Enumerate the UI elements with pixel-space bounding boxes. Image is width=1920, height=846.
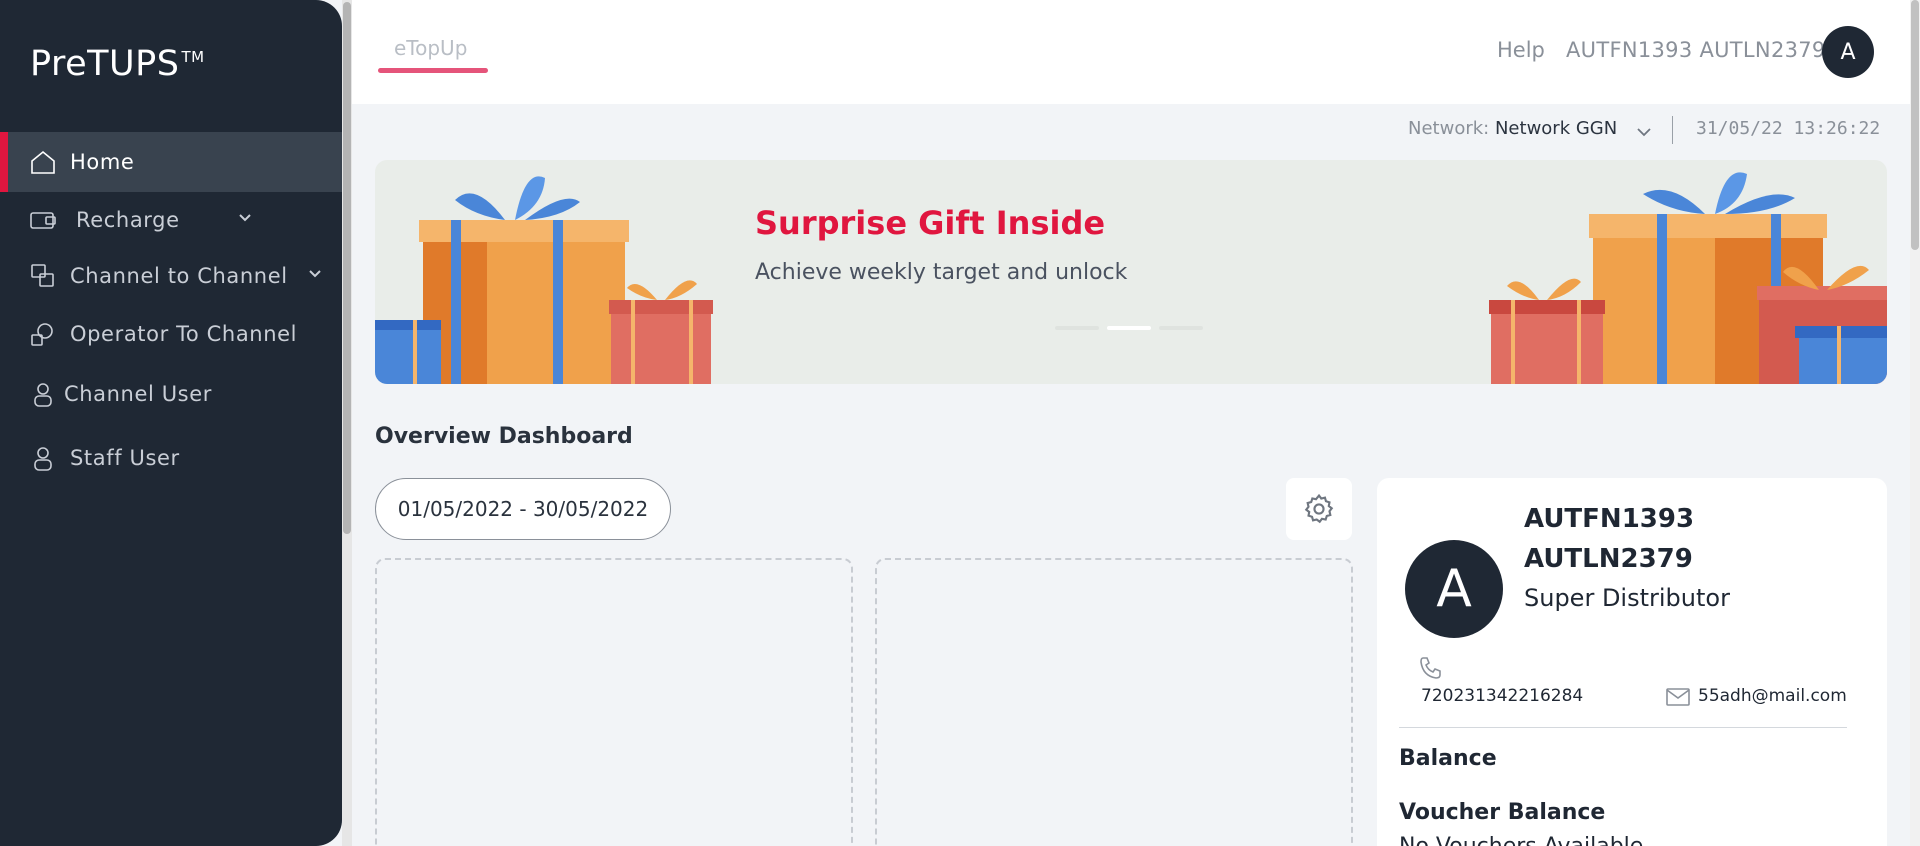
divider [1399,727,1847,728]
user-icon [28,379,58,409]
voucher-balance-heading: Voucher Balance [1399,800,1606,825]
brand-name: PreTUPS [30,44,180,84]
date-range-picker[interactable]: 01/05/2022 - 30/05/2022 [375,478,671,540]
network-value: Network GGN [1494,118,1618,139]
profile-first-name: AUTFN1393 [1524,504,1695,534]
network-selector[interactable]: Network: Network GGN [1408,118,1617,139]
tab-etopup[interactable]: eTopUp [394,36,467,60]
carousel-indicators [1055,326,1203,330]
home-icon [28,147,58,177]
recharge-icon [28,205,58,235]
avatar: A [1405,540,1503,638]
chevron-down-icon[interactable] [1634,122,1654,142]
banner-title: Surprise Gift Inside [755,204,1106,242]
sidebar-item-channel-to-channel[interactable]: Channel to Channel [0,246,342,306]
sidebar-item-label: Recharge [76,208,180,232]
avatar[interactable]: A [1822,26,1874,78]
settings-button[interactable] [1286,478,1352,540]
mail-icon [1666,688,1690,706]
sidebar-item-label: Staff User [70,446,180,470]
dashboard-widget-placeholder [875,558,1353,846]
carousel-dot[interactable] [1055,326,1099,330]
balance-heading: Balance [1399,746,1497,771]
sidebar-item-channel-user[interactable]: Channel User [0,364,342,424]
staff-user-icon [28,443,58,473]
sidebar-item-operator-to-channel[interactable]: Operator To Channel [0,304,342,364]
profile-last-name: AUTLN2379 [1524,544,1693,574]
page-title: Overview Dashboard [375,424,633,449]
gift-boxes-illustration [375,172,1887,384]
profile-role: Super Distributor [1524,584,1730,612]
sidebar-item-label: Channel to Channel [70,264,288,288]
divider [1672,116,1673,144]
sidebar-item-label: Home [70,150,135,174]
profile-phone: 720231342216284 [1421,686,1584,706]
dashboard-widget-placeholder [375,558,853,846]
brand-logo: PreTUPS TM [30,44,205,84]
sidebar-item-staff-user[interactable]: Staff User [0,428,342,488]
sidebar-item-label: Channel User [64,382,212,406]
sidebar-scrollbar-thumb[interactable] [343,2,351,534]
page-scrollbar-thumb[interactable] [1911,0,1919,250]
profile-card: A AUTFN1393 AUTLN2379 Super Distributor … [1377,478,1887,846]
network-label: Network: [1408,118,1490,139]
help-link[interactable]: Help [1497,38,1545,62]
current-datetime: 31/05/22 13:26:22 [1696,118,1881,139]
trademark-mark: TM [181,48,205,66]
banner-subtitle: Achieve weekly target and unlock [755,260,1128,285]
sidebar: PreTUPS TM Home Recharge Channel to Chann… [0,0,342,846]
sidebar-item-home[interactable]: Home [0,132,342,192]
active-tab-indicator [378,68,488,73]
sidebar-item-label: Operator To Channel [70,322,298,346]
profile-email: 55adh@mail.com [1698,686,1847,706]
operator-icon [28,319,58,349]
user-name[interactable]: AUTFN1393 AUTLN2379 [1566,38,1826,62]
voucher-balance-value: No Vouchers Available [1399,834,1643,846]
carousel-dot[interactable] [1159,326,1203,330]
channel-transfer-icon [28,261,58,291]
top-header: eTopUp Help AUTFN1393 AUTLN2379 A [352,0,1910,104]
chevron-down-icon[interactable] [236,208,254,226]
sidebar-item-recharge[interactable]: Recharge [0,190,342,250]
chevron-down-icon[interactable] [306,264,324,282]
gear-icon [1304,493,1334,524]
promo-banner[interactable]: Surprise Gift Inside Achieve weekly targ… [375,160,1887,384]
carousel-dot-active[interactable] [1107,326,1151,330]
phone-icon [1420,657,1441,679]
